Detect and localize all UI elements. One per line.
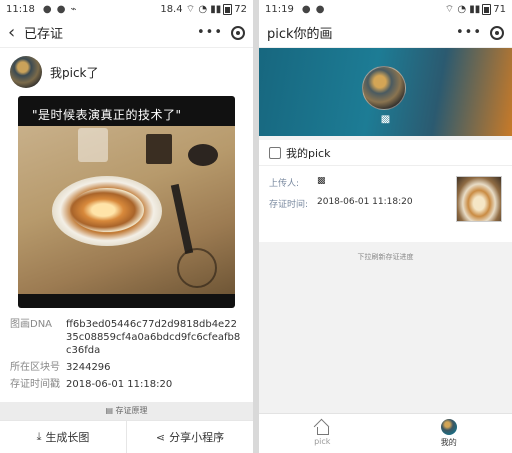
dish-shape [188, 144, 218, 166]
meta-value: 3244296 [66, 362, 111, 373]
tab-bar: pick 我的 [259, 413, 512, 453]
my-pick-header: 我的pick [259, 140, 512, 166]
generate-long-image-button[interactable]: ⤓ 生成长图 [0, 421, 126, 453]
stamp-shape [177, 248, 217, 288]
tab-pick[interactable]: pick [259, 414, 386, 453]
glass-shape [78, 128, 108, 162]
more-icon[interactable]: ••• [456, 25, 482, 40]
battery-level: 71 [493, 3, 506, 15]
artwork-image [18, 126, 235, 294]
avatar [362, 66, 406, 110]
profile-name: ▩ [380, 114, 391, 125]
share-icon: ⋖ [155, 430, 166, 444]
status-time: 11:19 [265, 3, 294, 15]
artwork-quote: "是时候表演真正的技术了" [32, 108, 182, 122]
meta-label: 所在区块号 [10, 362, 60, 373]
signal-icon: ⌔ ◔ ▮▮ [182, 3, 222, 15]
battery-icon [223, 3, 233, 15]
battery-level: 72 [234, 3, 247, 15]
info-value: ▩ [317, 176, 326, 186]
info-label: 存证时间: [269, 200, 309, 210]
status-bar: 11:19 ● ● ⌔ ◔ ▮▮ 71 [259, 0, 512, 18]
meta-row-timestamp: 存证时间戳 2018-06-01 11:18:20 [10, 378, 243, 391]
status-bar: 11:18 ● ● ⌁ 18.4 ⌔ ◔ ▮▮ 72 [0, 0, 253, 18]
signal-icon: ⌔ ◔ ▮▮ [444, 3, 481, 15]
page-title: pick你的画 [267, 27, 333, 42]
verify-principle-link[interactable]: ▤ 存证原理 [0, 402, 253, 420]
info-label: 上传人: [269, 179, 300, 189]
info-value: 2018-06-01 11:18:20 [317, 197, 413, 207]
page-title: 已存证 [24, 27, 64, 42]
right-screen: 11:19 ● ● ⌔ ◔ ▮▮ 71 pick你的画 ••• ▩ 我的pick… [259, 0, 512, 453]
pick-item[interactable]: 上传人: ▩ 存证时间: 2018-06-01 11:18:20 [259, 166, 512, 242]
meta-value: 2018-06-01 11:18:20 [66, 379, 173, 390]
noodle-shape [70, 188, 144, 232]
meta-row-block: 所在区块号 3244296 [10, 361, 243, 374]
avatar [10, 56, 42, 88]
meta-label: 存证时间戳 [10, 379, 60, 390]
profile-icon [440, 419, 457, 435]
pick-icon [269, 146, 281, 159]
user-row: 我pick了 [0, 48, 253, 94]
tab-label: pick [314, 437, 331, 446]
meta-label: 图画DNA [10, 319, 53, 330]
notification-icons: ● ● ⌁ [42, 3, 78, 15]
verify-label: 存证原理 [115, 406, 148, 415]
section-title: 我的pick [286, 146, 331, 160]
download-icon: ⤓ [36, 430, 42, 443]
meta-value: ff6b3ed05446c77d2d9818db4e2235c08859cf4a… [66, 319, 241, 356]
tab-mine[interactable]: 我的 [386, 414, 512, 453]
share-label: 分享小程序 [169, 431, 225, 444]
cup-shape [146, 134, 172, 164]
meta-row-dna: 图画DNA ff6b3ed05446c77d2d9818db4e2235c088… [10, 318, 243, 357]
user-name: 我pick了 [50, 65, 99, 80]
nav-bar: ‹ 已存证 ••• [0, 18, 253, 48]
profile-banner: ▩ [259, 48, 512, 136]
share-mini-program-button[interactable]: ⋖ 分享小程序 [126, 421, 253, 453]
left-screen: 11:18 ● ● ⌁ 18.4 ⌔ ◔ ▮▮ 72 ‹ 已存证 ••• 我pi… [0, 0, 253, 453]
close-target-icon[interactable] [490, 25, 504, 40]
pull-refresh-hint: 下拉刷新存证进度 [357, 253, 414, 261]
status-time: 11:18 [6, 3, 35, 15]
close-target-icon[interactable] [231, 25, 245, 40]
artwork-card[interactable]: "是时候表演真正的技术了" [18, 96, 235, 308]
notification-icons: ● ● [301, 3, 326, 15]
home-icon [314, 421, 330, 435]
mini-program-capsule: ••• [197, 25, 245, 40]
artwork-thumbnail[interactable] [456, 176, 502, 222]
document-icon: ▤ [105, 406, 113, 415]
more-icon[interactable]: ••• [197, 25, 223, 40]
network-speed: 18.4 [160, 3, 183, 15]
nav-bar: pick你的画 ••• [259, 18, 512, 48]
tab-label: 我的 [440, 438, 457, 447]
bottom-action-bar: ⤓ 生成长图 ⋖ 分享小程序 [0, 420, 253, 453]
chopsticks-shape [170, 183, 194, 255]
mini-program-capsule: ••• [456, 25, 504, 40]
generate-long-image-label: 生成长图 [45, 431, 90, 444]
back-arrow-icon[interactable]: ‹ [8, 23, 24, 42]
certificate-meta: 图画DNA ff6b3ed05446c77d2d9818db4e2235c088… [0, 308, 253, 391]
battery-icon [482, 3, 492, 15]
